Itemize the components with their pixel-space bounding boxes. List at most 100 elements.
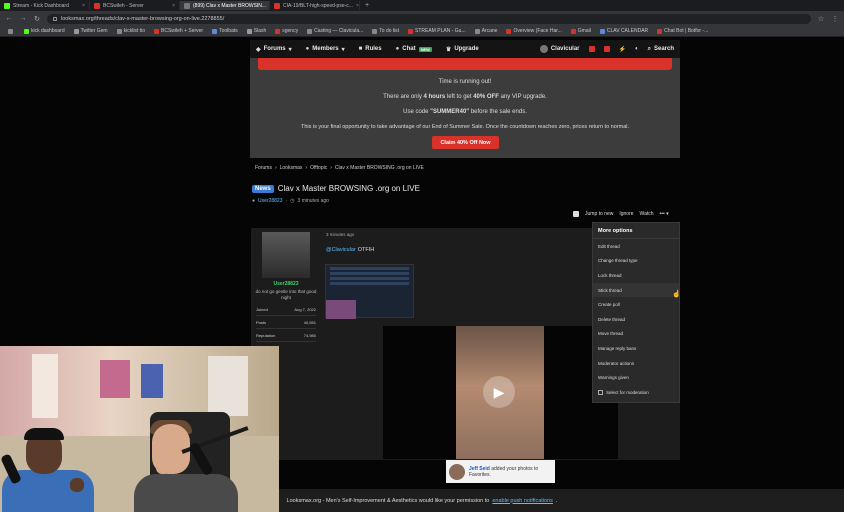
bookmark-favicon-icon xyxy=(372,28,378,34)
stat-value: 40,551 xyxy=(303,319,316,325)
menu-item-manage-reply-bans[interactable]: Manage reply bans xyxy=(593,341,679,356)
menu-item-stick-thread[interactable]: Stick thread xyxy=(593,282,679,298)
tab-label: BCSwileh - Server xyxy=(103,2,144,9)
checkbox[interactable] xyxy=(598,389,603,395)
tab-label: CIA-19/BLT-high-speed-pse-c... xyxy=(283,2,353,9)
new-tab-plus-icon[interactable]: + xyxy=(360,2,374,9)
bookmark-item[interactable]: kicklist tio xyxy=(116,28,145,34)
user-avatar[interactable] xyxy=(262,232,310,278)
menu-dots-icon[interactable]: ⋮ xyxy=(831,15,839,23)
webcam-overlay xyxy=(0,346,279,512)
post-time[interactable]: 3 minutes ago xyxy=(326,232,354,237)
watch-button[interactable]: Watch xyxy=(640,211,654,217)
bookmark-item[interactable]: Overview (Face Har... xyxy=(506,28,562,34)
back-arrow-icon[interactable]: ← xyxy=(5,15,13,22)
thumb-row xyxy=(330,282,409,285)
more-options-button[interactable]: ••• ▾ xyxy=(660,211,669,217)
menu-item-create-poll[interactable]: Create poll xyxy=(593,297,679,312)
bookmark-item[interactable]: sgency xyxy=(275,28,298,34)
url-input[interactable]: looksmax.org/threads/clav-x-master-brows… xyxy=(47,13,811,24)
theme-toggle-icon[interactable]: ◐ xyxy=(635,46,639,52)
post-image-thumbnail[interactable] xyxy=(325,264,414,319)
book-icon: ■ xyxy=(358,46,363,52)
nav-forums[interactable]: ◆ Forums ▾ xyxy=(256,46,292,53)
nav-members[interactable]: ● Members ▾ xyxy=(306,46,345,53)
reload-icon[interactable]: ↻ xyxy=(33,15,41,23)
promo-text: any VIP upgrade. xyxy=(498,94,547,100)
close-icon[interactable]: × xyxy=(172,3,175,9)
menu-item-delete-thread[interactable]: Delete thread xyxy=(593,312,679,327)
menu-item-select-for-moderation[interactable]: Select for moderation xyxy=(593,385,679,400)
bookmark-item[interactable]: To do list xyxy=(372,28,399,34)
browser-tab-active[interactable]: (899) Clav x Master BROWSIN... × xyxy=(180,1,270,10)
menu-item-edit-thread[interactable]: Edit thread xyxy=(593,239,679,254)
account-menu[interactable]: Clavicular xyxy=(539,45,580,53)
avatar xyxy=(449,463,465,480)
avatar xyxy=(539,45,548,53)
bookmark-item[interactable]: Chat Bot | Botfor -... xyxy=(657,28,708,34)
bookmark-item[interactable]: BCSwileh + Server xyxy=(154,28,203,34)
bookmark-favicon-icon xyxy=(116,28,122,34)
person-right-body xyxy=(134,474,238,512)
post-username[interactable]: User28823 xyxy=(255,281,317,287)
claim-discount-button[interactable]: Claim 40% Off Now xyxy=(432,136,499,149)
forward-arrow-icon[interactable]: → xyxy=(19,15,27,22)
bookmark-favicon-icon xyxy=(8,28,13,34)
bookmark-favicon-icon xyxy=(474,28,480,34)
bookmark-favicon-icon xyxy=(275,28,281,34)
play-icon[interactable]: ▶ xyxy=(483,376,515,408)
bolt-icon[interactable]: ⚡ xyxy=(619,46,626,53)
menu-item-move-thread[interactable]: Move thread xyxy=(593,327,679,342)
thumb-row xyxy=(330,267,409,270)
jump-to-new-button[interactable]: Jump to new xyxy=(585,211,613,217)
bookmark-item[interactable]: CLAV CALENDAR xyxy=(599,28,648,34)
enable-notifications-link[interactable]: enable push notifications xyxy=(492,498,553,504)
browser-tab[interactable]: BCSwileh - Server × xyxy=(90,1,180,10)
close-icon[interactable]: × xyxy=(82,3,85,9)
star-icon[interactable]: ☆ xyxy=(817,15,825,23)
youtube-favicon-icon xyxy=(274,2,280,9)
menu-item-moderator-actions[interactable]: Moderator actions xyxy=(593,356,679,371)
nav-upgrade[interactable]: ♛ Upgrade xyxy=(446,46,479,53)
menu-item-lock-thread[interactable]: Lock thread xyxy=(593,268,679,283)
bookmark-item[interactable]: kick dashboard xyxy=(24,28,65,34)
bookmark-label: Casting — Clavicula... xyxy=(314,28,364,34)
bookmark-item[interactable]: STREAM PLAN - Gu... xyxy=(408,28,466,34)
alerts-icon[interactable] xyxy=(603,46,610,52)
mention-link[interactable]: @Clavicular xyxy=(326,247,356,253)
news-prefix-badge[interactable]: News xyxy=(252,184,274,193)
screen: Stream - Kick Dashboard × BCSwileh - Ser… xyxy=(0,0,844,512)
breadcrumb-item[interactable]: Forums xyxy=(255,165,272,171)
breadcrumb-item[interactable]: Looksmax xyxy=(280,165,303,171)
nav-label: Chat xyxy=(402,46,416,52)
menu-item-warnings-given[interactable]: Warnings given xyxy=(593,370,679,385)
bookmark-item[interactable]: Slash xyxy=(246,28,266,34)
nav-chat[interactable]: ● Chat NEW xyxy=(396,46,432,52)
favorites-notification[interactable]: Jeff Seid added your photos to Favorites… xyxy=(446,460,555,483)
menu-item-change-thread-type[interactable]: Change thread type xyxy=(593,254,679,269)
bookmark-item[interactable]: Arcane xyxy=(474,28,497,34)
browser-tab[interactable]: CIA-19/BLT-high-speed-pse-c... × xyxy=(270,1,360,10)
bookmark-label: kicklist tio xyxy=(123,28,145,34)
bookmark-item[interactable]: Toolbats xyxy=(212,28,238,34)
search-button[interactable]: ⌕ Search xyxy=(648,46,674,53)
bookmark-favicon-icon xyxy=(599,28,605,34)
bookmark-item[interactable]: Casting — Clavicula... xyxy=(307,28,363,34)
bookmark-label: kick dashboard xyxy=(31,28,65,34)
chevron-down-icon: ▾ xyxy=(341,46,345,53)
nav-label: Upgrade xyxy=(454,46,479,52)
bookmark-item[interactable]: Twitter Gem xyxy=(73,28,108,34)
close-icon[interactable]: × xyxy=(356,3,359,9)
browser-tab[interactable]: Stream - Kick Dashboard × xyxy=(0,1,90,10)
bookmark-item[interactable] xyxy=(8,28,15,34)
inbox-icon[interactable] xyxy=(588,46,595,52)
nav-rules[interactable]: ■ Rules xyxy=(359,46,382,52)
person-right-hand xyxy=(156,458,170,474)
select-checkbox[interactable] xyxy=(573,211,579,217)
bookmark-favicon-icon xyxy=(570,28,576,34)
thread-author-link[interactable]: User28823 xyxy=(258,198,282,204)
breadcrumb-item[interactable]: Offtopic xyxy=(310,165,327,171)
breadcrumb-item[interactable]: Clav x Master BROWSING .org on LIVE xyxy=(335,165,424,171)
ignore-button[interactable]: Ignore xyxy=(619,211,633,217)
bookmark-item[interactable]: Gmail xyxy=(570,28,591,34)
